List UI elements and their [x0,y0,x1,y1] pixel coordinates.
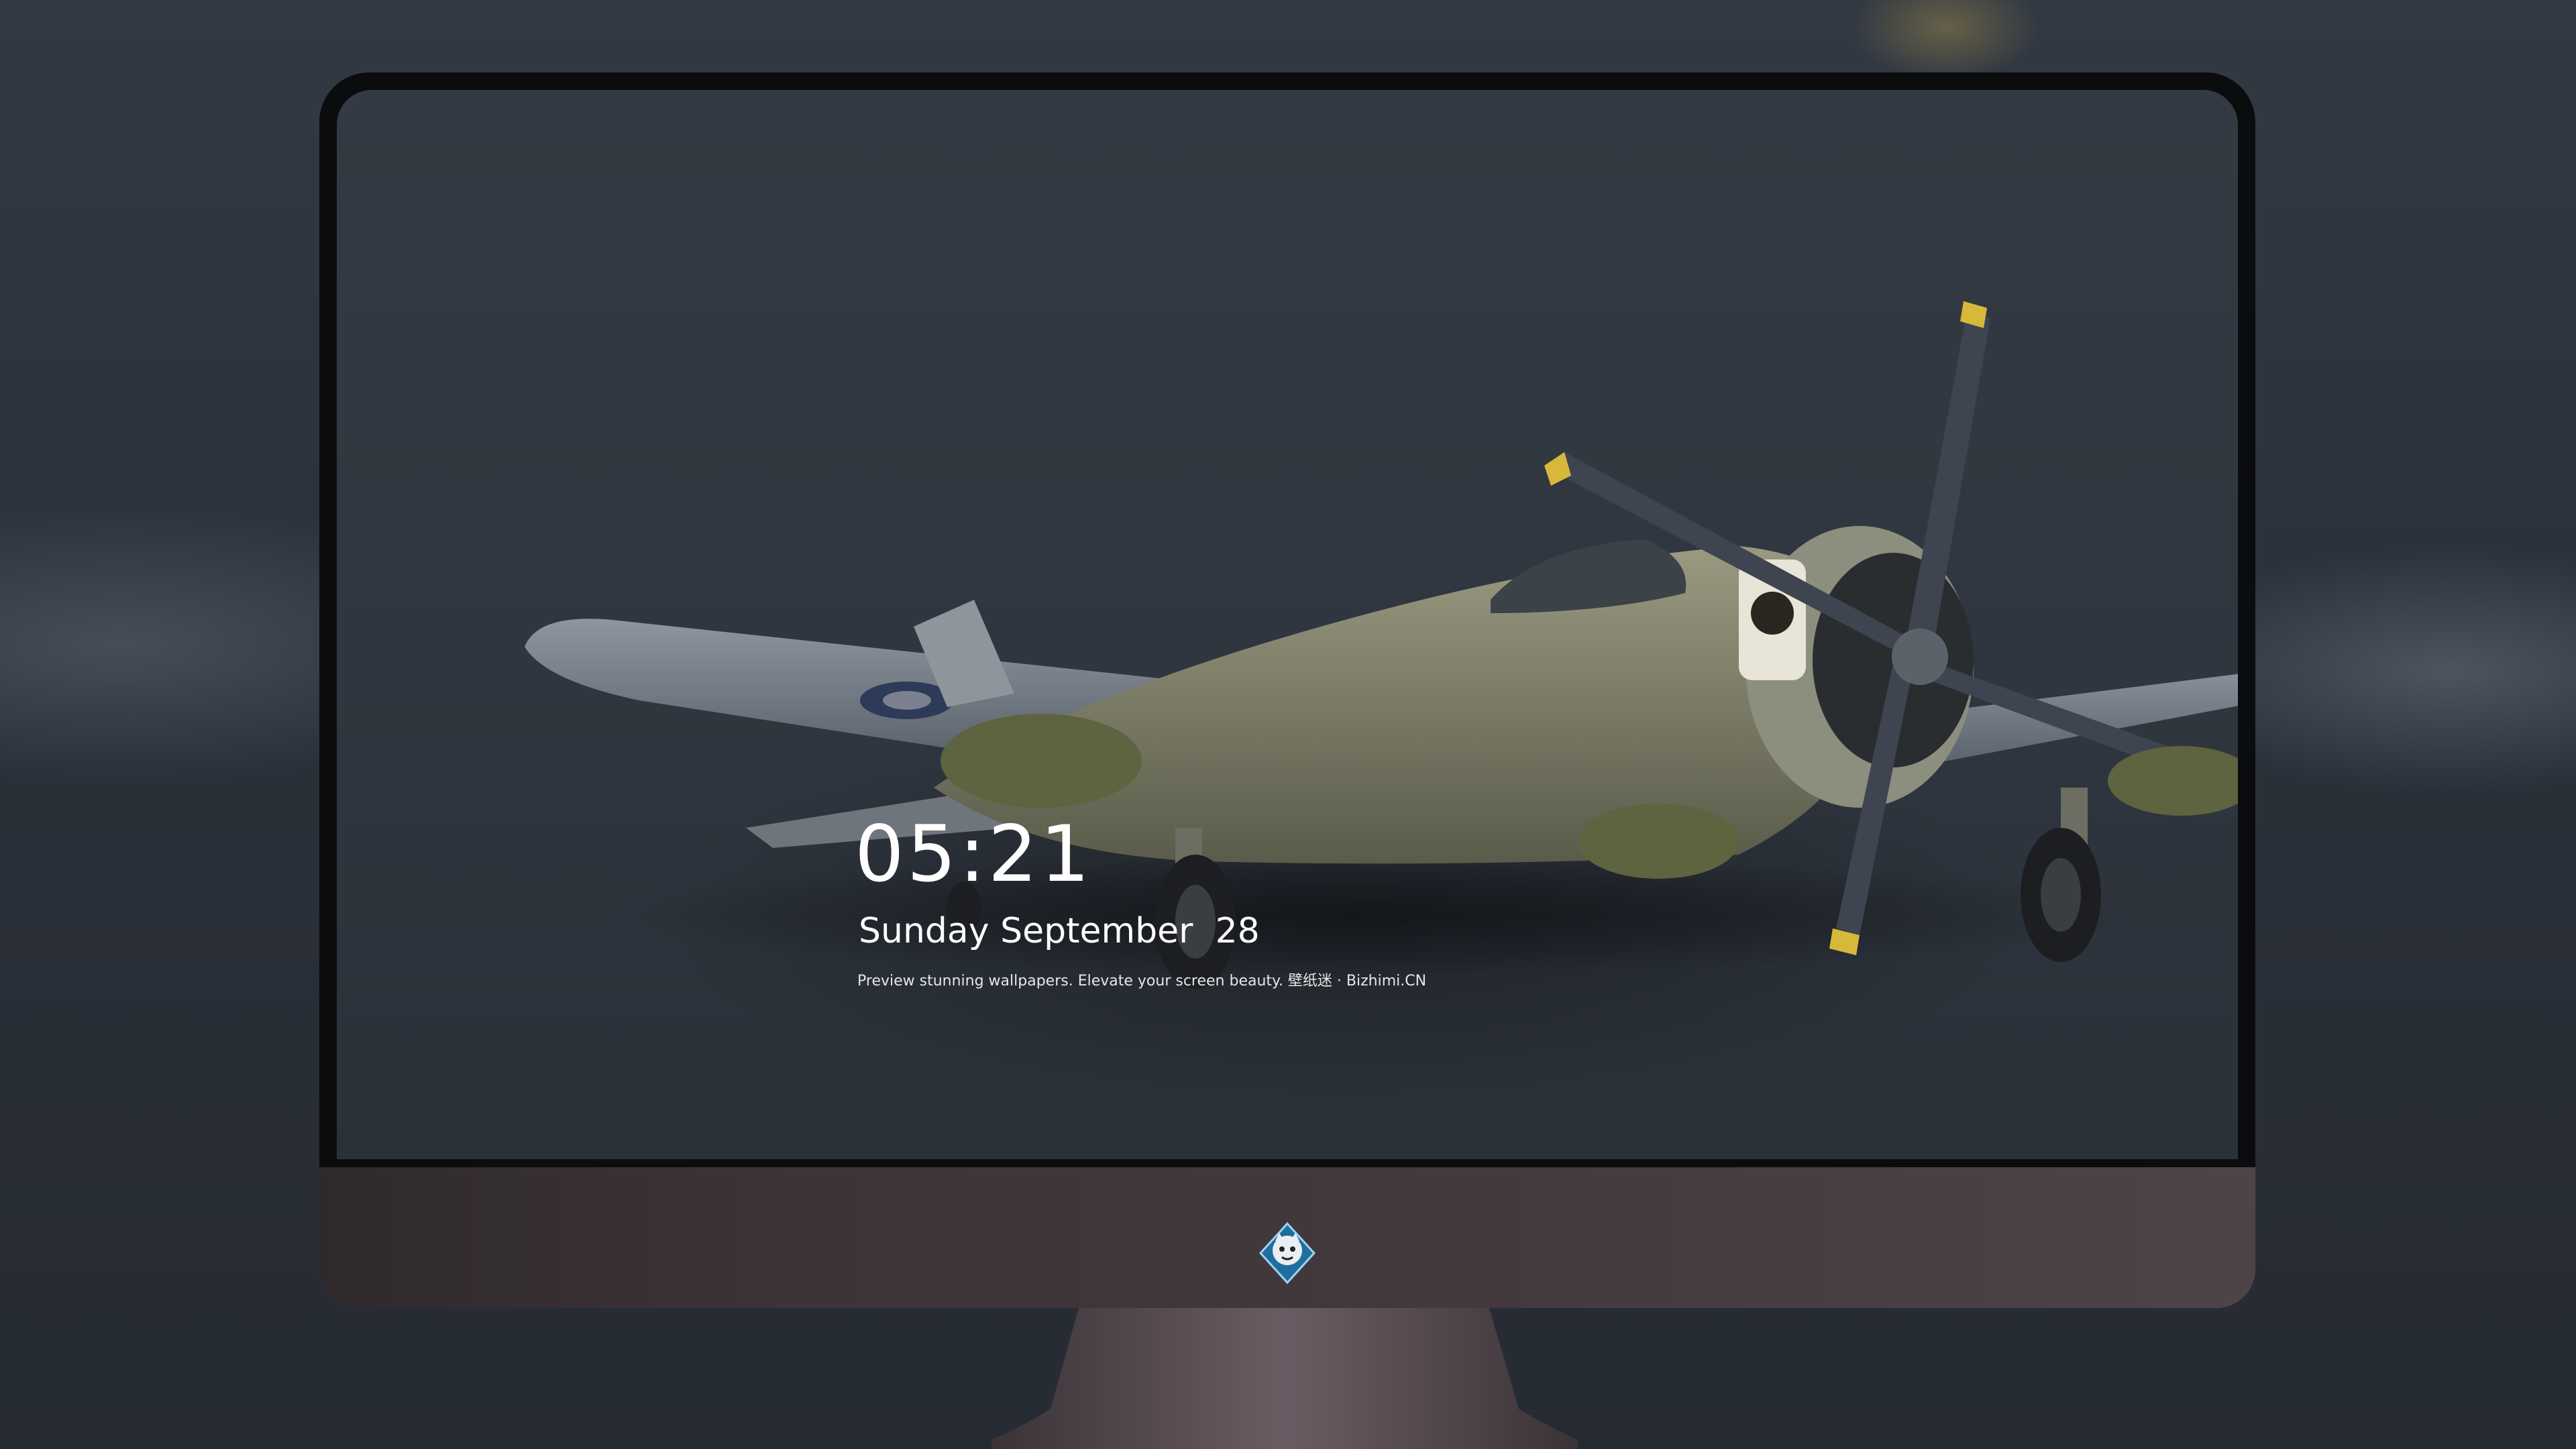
lockscreen-time: 05:21 [855,809,1093,900]
monitor-bezel: 05:21 Sunday September 28 Preview stunni… [319,72,2255,1167]
lockscreen-date: Sunday September 28 [859,911,1260,951]
mascot-logo-icon [1258,1222,1316,1285]
desktop-screen: 05:21 Sunday September 28 Preview stunni… [337,90,2238,1159]
monitor-stand [991,1308,1578,1449]
monitor-chin [319,1167,2255,1308]
imac-monitor: 05:21 Sunday September 28 Preview stunni… [319,72,2255,1449]
wallpaper-caption: Preview stunning wallpapers. Elevate you… [857,973,1427,989]
wallpaper-fighter-plane [525,301,2238,989]
